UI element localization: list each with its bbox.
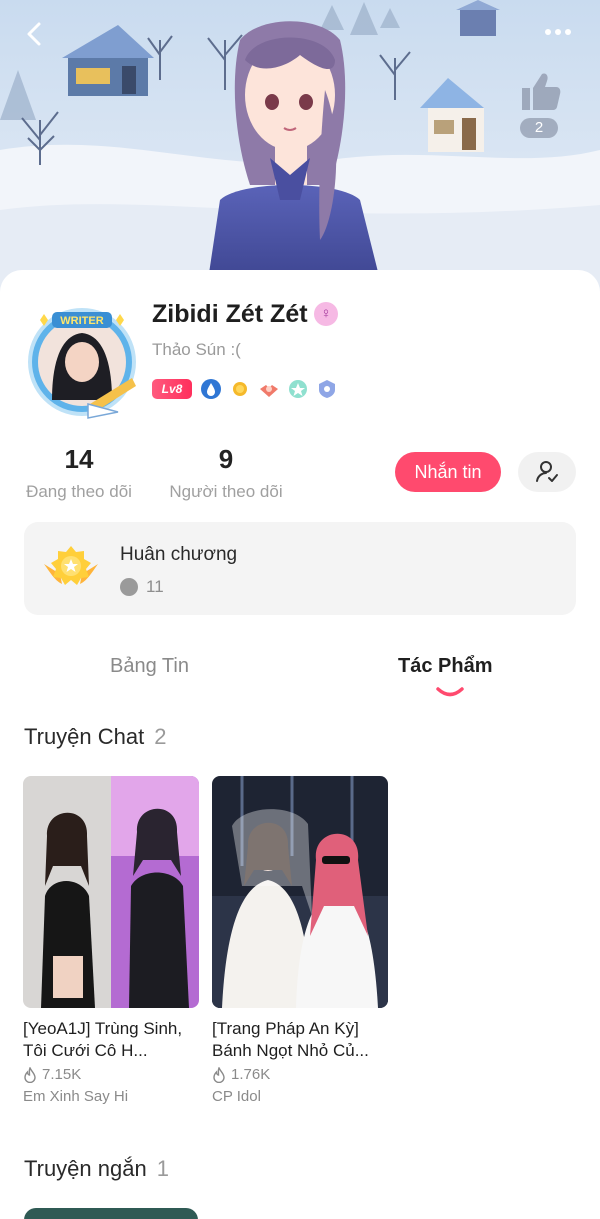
user-check-icon (536, 461, 558, 482)
story-cover-image (23, 776, 199, 1008)
heart-wing-badge-icon[interactable] (258, 378, 280, 400)
medal-title: Huân chương (120, 544, 238, 565)
medal-card[interactable]: Huân chương 11 (24, 522, 576, 615)
coin-badge-icon[interactable] (229, 378, 251, 400)
back-button[interactable] (14, 14, 54, 54)
active-tab-indicator (436, 687, 464, 697)
short-story-cover[interactable] (24, 1208, 198, 1219)
tab-news[interactable]: Bảng Tin (110, 655, 189, 678)
star-badge-icon[interactable] (287, 378, 309, 400)
badge-row: Lv8 (152, 378, 345, 400)
story-title: [YeoA1J] Trùng Sinh, Tôi Cưới Cô H... (23, 1019, 183, 1060)
female-symbol-icon: ♀ (314, 302, 338, 326)
medal-count-row: 11 (120, 577, 164, 597)
story-title: [Trang Pháp An Kỳ] Bánh Ngọt Nhỏ Củ... (212, 1019, 369, 1060)
medal-count: 11 (146, 577, 164, 596)
followers-stat[interactable]: 9 Người theo dõi (166, 444, 286, 502)
story-author: Em Xinh Say Hi (23, 1088, 129, 1105)
profile-banner: 2 (0, 0, 600, 300)
story-card[interactable]: [YeoA1J] Trùng Sinh, Tôi Cưới Cô H... 7.… (23, 776, 199, 1105)
level-badge: Lv8 (152, 379, 192, 399)
profile-sheet: WRITER Zibidi Zét Zét ♀ Thảo Sún :( Lv8 (0, 270, 600, 1219)
story-views-row: 1.76K (212, 1066, 388, 1083)
followers-label: Người theo dõi (169, 482, 283, 501)
following-count: 14 (64, 444, 94, 474)
writer-badge-label: WRITER (60, 315, 103, 327)
winter-scene-illustration (0, 0, 600, 300)
follow-button[interactable] (518, 452, 576, 492)
story-views-row: 7.15K (23, 1066, 199, 1083)
tab-works[interactable]: Tác Phẩm (398, 655, 492, 678)
short-stories-title: Truyện ngắn (24, 1156, 147, 1181)
chat-stories-header: Truyện Chat 2 (24, 724, 167, 750)
story-card[interactable]: [Trang Pháp An Kỳ] Bánh Ngọt Nhỏ Củ... 1… (212, 776, 388, 1105)
profile-bio: Thảo Sún :( (152, 340, 241, 359)
message-button[interactable]: Nhắn tin (395, 452, 501, 492)
like-button[interactable]: 2 (512, 68, 566, 140)
flame-icon (213, 1066, 225, 1083)
thumbs-up-icon (522, 73, 561, 110)
story-cover-image (212, 776, 388, 1008)
drop-badge-icon[interactable] (200, 378, 222, 400)
medal-icon (44, 546, 98, 585)
following-label: Đang theo dõi (26, 482, 132, 501)
following-stat[interactable]: 14 Đang theo dõi (22, 444, 136, 502)
followers-count: 9 (218, 444, 234, 474)
writer-avatar-frame: WRITER (28, 308, 136, 419)
chat-stories-title: Truyện Chat (24, 724, 145, 749)
story-views: 7.15K (42, 1066, 82, 1083)
profile-name: Zibidi Zét Zét (152, 300, 308, 328)
chevron-left-icon (27, 22, 41, 46)
story-views: 1.76K (231, 1066, 271, 1083)
story-author: CP Idol (212, 1088, 261, 1105)
more-dots-icon (545, 29, 571, 35)
avatar[interactable]: WRITER (22, 300, 142, 420)
more-options-button[interactable] (536, 18, 580, 46)
short-stories-header: Truyện ngắn 1 (24, 1156, 169, 1182)
shield-badge-icon[interactable] (316, 378, 338, 400)
chat-stories-count: 2 (154, 724, 167, 749)
like-count: 2 (520, 118, 558, 138)
medal-star-icon (120, 578, 138, 596)
short-stories-count: 1 (156, 1156, 169, 1181)
flame-icon (24, 1066, 36, 1083)
